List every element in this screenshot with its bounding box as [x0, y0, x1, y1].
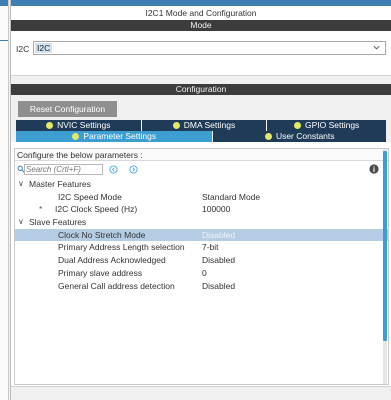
info-icon[interactable]: [369, 164, 379, 174]
left-panel-accent: [0, 0, 8, 6]
status-dot-icon: [72, 133, 80, 140]
tab-label: User Constants: [275, 131, 335, 141]
param-value[interactable]: 0: [202, 267, 207, 280]
parameter-tree: ∨ Master Features I2C Speed Mode Standar…: [15, 178, 388, 292]
chevron-down-icon[interactable]: ∨: [18, 178, 24, 191]
param-value[interactable]: 7-bit: [202, 241, 219, 254]
tab-gpio-settings[interactable]: GPIO Settings: [267, 120, 386, 131]
group-title: Master Features: [29, 179, 91, 189]
configuration-section-header: Configuration: [11, 84, 391, 95]
param-row[interactable]: * I2C Clock Speed (Hz) 100000: [15, 203, 388, 216]
i2c-mode-value: I2C: [35, 43, 53, 53]
tab-label: NVIC Settings: [57, 120, 111, 130]
param-row-selected[interactable]: Clock No Stretch Mode Disabled: [15, 228, 388, 242]
search-row: [15, 161, 388, 178]
i2c-mode-select[interactable]: I2C: [33, 41, 386, 55]
param-name: Primary slave address: [58, 267, 143, 278]
app-root: I2C1 Mode and Configuration Mode I2C I2C…: [0, 0, 391, 400]
param-value[interactable]: Disabled: [202, 280, 235, 293]
param-name: I2C Speed Mode: [58, 191, 122, 202]
tab-label: GPIO Settings: [304, 120, 360, 130]
group-master-features[interactable]: ∨ Master Features: [15, 178, 388, 191]
param-name: General Call address detection: [58, 280, 175, 291]
tab-parameter-settings[interactable]: Parameter Settings: [16, 131, 214, 142]
group-title: Slave Features: [29, 217, 87, 228]
param-name: Clock No Stretch Mode: [58, 229, 146, 240]
tab-dma-settings[interactable]: DMA Settings: [141, 120, 268, 131]
param-name: Dual Address Acknowledged: [58, 255, 166, 266]
param-value[interactable]: Standard Mode: [202, 191, 260, 204]
window-title: I2C1 Mode and Configuration: [145, 8, 257, 18]
param-value[interactable]: 100000: [202, 203, 230, 216]
mode-section-header: Mode: [11, 20, 391, 31]
config-gap: [11, 75, 391, 84]
prev-match-icon[interactable]: [109, 165, 118, 174]
param-row[interactable]: I2C Speed Mode Standard Mode: [15, 191, 388, 204]
param-name: Primary Address Length selection: [58, 242, 185, 253]
chevron-down-icon[interactable]: ∨: [18, 216, 24, 229]
tab-label: Parameter Settings: [83, 131, 157, 141]
search-input[interactable]: [24, 164, 103, 175]
parameters-box: Configure the below parameters : Search …: [14, 148, 389, 385]
param-row[interactable]: Primary slave address 0: [15, 267, 388, 280]
param-row[interactable]: Dual Address Acknowledged Disabled: [15, 254, 388, 267]
param-name: I2C Clock Speed (Hz): [55, 204, 138, 215]
mode-area: I2C I2C: [11, 31, 391, 75]
tab-label: DMA Settings: [183, 120, 236, 130]
status-dot-icon: [264, 133, 272, 140]
settings-tabs-row-1: NVIC Settings DMA Settings GPIO Settings: [11, 120, 391, 131]
group-slave-features[interactable]: ∨ Slave Features: [15, 216, 388, 229]
param-row[interactable]: General Call address detection Disabled: [15, 280, 388, 293]
chevron-down-icon[interactable]: [372, 43, 381, 54]
parameters-header: Configure the below parameters :: [15, 149, 388, 161]
reset-row: Reset Configuration: [11, 95, 391, 120]
status-dot-icon: [172, 122, 180, 129]
left-panel-divider: [0, 40, 8, 41]
reset-configuration-button[interactable]: Reset Configuration: [18, 101, 117, 117]
tab-user-constants[interactable]: User Constants: [213, 131, 386, 142]
modified-marker: *: [39, 204, 43, 215]
left-panel-edge: [0, 0, 9, 400]
bottom-band: [11, 386, 391, 400]
tab-nvic-settings[interactable]: NVIC Settings: [16, 120, 142, 131]
status-dot-icon: [293, 122, 301, 129]
param-value[interactable]: Disabled: [202, 229, 235, 242]
settings-tabs-row-2: Parameter Settings User Constants: [11, 131, 391, 142]
param-row[interactable]: Primary Address Length selection 7-bit: [15, 241, 388, 254]
i2c-mode-label: I2C: [16, 44, 30, 54]
next-match-icon[interactable]: [129, 165, 138, 174]
param-value[interactable]: Disabled: [202, 254, 235, 267]
status-dot-icon: [46, 122, 54, 129]
mode-config-panel: I2C1 Mode and Configuration Mode I2C I2C…: [10, 0, 391, 400]
scrollbar-thumb[interactable]: [383, 151, 387, 341]
